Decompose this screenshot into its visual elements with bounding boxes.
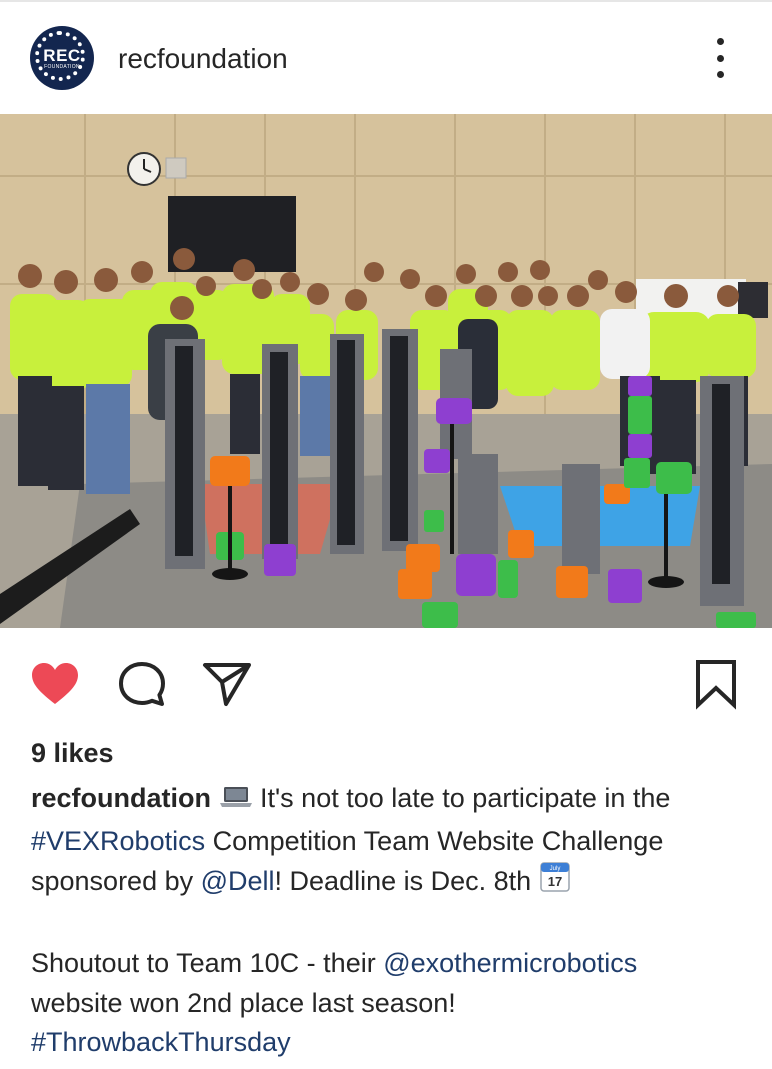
bookmark-icon[interactable] xyxy=(690,658,742,710)
caption-text-5: Shoutout to Team 10C - their xyxy=(31,948,384,978)
mention-dell[interactable]: @Dell xyxy=(201,866,275,896)
caption-text-2: Competition Team Website Challenge xyxy=(205,825,664,856)
share-icon[interactable] xyxy=(201,658,253,710)
laptop-emoji-icon xyxy=(219,782,253,822)
calendar-month: July xyxy=(549,866,560,872)
calendar-day: 17 xyxy=(547,874,561,889)
post-username[interactable]: recfoundation xyxy=(118,42,288,76)
caption-line-5: Shoutout to Team 10C - their @exothermic… xyxy=(31,944,751,984)
caption-username[interactable]: recfoundation xyxy=(31,783,211,813)
caption-text-3b: ! Deadline is Dec. 8th xyxy=(274,866,539,896)
more-options-icon[interactable] xyxy=(704,38,736,78)
avatar[interactable]: REC FOUNDATION xyxy=(30,26,94,90)
caption-text-1: It's not too late to participate in the xyxy=(252,783,671,813)
caption-line-3: sponsored by @Dell! Deadline is Dec. 8th… xyxy=(31,861,751,905)
rec-foundation-logo: REC FOUNDATION xyxy=(43,47,80,70)
caption-text-6: website won 2nd place last season! xyxy=(31,987,456,1018)
hashtag-throwbackthursday[interactable]: #ThrowbackThursday xyxy=(31,1027,291,1057)
mention-exothermicrobotics[interactable]: @exothermicrobotics xyxy=(383,948,637,978)
logo-text: REC xyxy=(43,45,81,65)
comment-icon[interactable] xyxy=(116,658,168,710)
caption-line-6: website won 2nd place last season! xyxy=(31,984,751,1024)
heart-icon[interactable] xyxy=(29,658,81,710)
post-actions xyxy=(0,628,772,738)
post-photo[interactable] xyxy=(0,114,772,628)
caption-line-1: recfoundation It's not too late to parti… xyxy=(31,779,751,822)
team-robots-photo xyxy=(0,114,772,628)
caption-line-2: #VEXRobotics Competition Team Website Ch… xyxy=(31,822,751,862)
logo-subtext: FOUNDATION xyxy=(44,63,80,70)
post-caption: recfoundation It's not too late to parti… xyxy=(31,779,751,1063)
calendar-emoji-icon: July 17 xyxy=(539,861,571,905)
caption-text-3a: sponsored by xyxy=(31,866,201,896)
likes-count[interactable]: 9 likes xyxy=(31,736,114,770)
hashtag-vexrobotics[interactable]: #VEXRobotics xyxy=(31,826,205,856)
post-header: REC FOUNDATION recfoundation xyxy=(0,2,772,114)
caption-line-7: #ThrowbackThursday xyxy=(31,1023,751,1063)
